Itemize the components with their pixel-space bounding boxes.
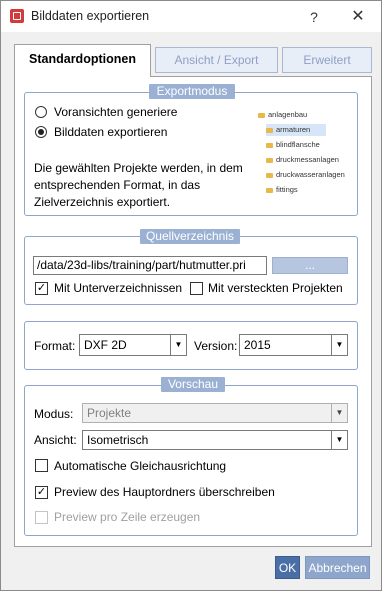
modus-select: Projekte ▼ (82, 403, 348, 423)
version-label: Version: (194, 339, 238, 353)
close-button[interactable]: ✕ (348, 7, 368, 27)
exportmodus-legend: Exportmodus (149, 84, 235, 99)
help-button[interactable]: ? (304, 7, 324, 27)
radio-voransichten-label[interactable]: Voransichten generiere (54, 105, 177, 119)
chevron-down-icon: ▼ (170, 335, 186, 355)
tree-item: fittings (266, 184, 298, 196)
ok-button[interactable]: OK (275, 556, 300, 579)
tree-item: armaturen (266, 124, 326, 136)
subdirs-checkbox[interactable]: ✓ (35, 282, 48, 295)
vorschau-legend: Vorschau (161, 377, 225, 392)
hidden-projects-checkbox[interactable] (190, 282, 203, 295)
tree-item: anlagenbau (258, 109, 307, 121)
window-title: Bilddaten exportieren (31, 9, 150, 23)
folder-icon (266, 142, 273, 148)
tab-standardoptionen[interactable]: Standardoptionen (14, 44, 151, 77)
version-select-value: 2015 (244, 338, 271, 352)
tree-item: druckmessanlagen (266, 154, 339, 166)
quellverzeichnis-legend: Quellverzeichnis (140, 229, 240, 244)
tree-item-label: armaturen (276, 125, 311, 134)
title-bar: Bilddaten exportieren ? ✕ (1, 1, 381, 32)
modus-label: Modus: (34, 407, 74, 421)
overwrite-preview-label[interactable]: Preview des Hauptordners überschreiben (54, 485, 275, 499)
overwrite-preview-checkbox[interactable]: ✓ (35, 486, 48, 499)
tab-erweitert[interactable]: Erweitert (282, 47, 372, 73)
format-select-value: DXF 2D (84, 338, 127, 352)
folder-icon (258, 112, 265, 118)
subdirs-label[interactable]: Mit Unterverzeichnissen (54, 281, 182, 295)
tree-item: blindflansche (266, 139, 320, 151)
radio-bilddaten[interactable] (35, 126, 47, 138)
ansicht-select-value: Isometrisch (87, 433, 149, 447)
chevron-down-icon: ▼ (331, 335, 347, 355)
tree-item-label: anlagenbau (268, 110, 308, 119)
format-select[interactable]: DXF 2D ▼ (79, 334, 187, 356)
dialog-window: Bilddaten exportieren ? ✕ Standardoption… (0, 0, 382, 591)
radio-bilddaten-label[interactable]: Bilddaten exportieren (54, 125, 167, 139)
folder-icon (266, 127, 273, 133)
auto-alignment-checkbox[interactable] (35, 459, 48, 472)
auto-alignment-label[interactable]: Automatische Gleichausrichtung (54, 459, 226, 473)
folder-icon (266, 172, 273, 178)
browse-button[interactable]: ... (272, 257, 348, 274)
cancel-button[interactable]: Abbrechen (305, 556, 370, 579)
tree-item-label: druckmessanlagen (276, 155, 339, 164)
hidden-projects-label[interactable]: Mit versteckten Projekten (208, 281, 343, 295)
per-line-preview-checkbox (35, 511, 48, 524)
exportmodus-description: Die gewählten Projekte werden, in dem en… (34, 161, 243, 209)
radio-voransichten[interactable] (35, 106, 47, 118)
folder-icon (266, 157, 273, 163)
ansicht-label: Ansicht: (34, 433, 77, 447)
app-icon (10, 9, 24, 23)
preview-tree-image: anlagenbau armaturen blindflansche druck… (258, 109, 368, 197)
tree-item-label: druckwasseranlagen (276, 170, 345, 179)
tree-item-label: fittings (276, 185, 298, 194)
tree-item-label: blindflansche (276, 140, 320, 149)
folder-icon (266, 187, 273, 193)
ansicht-select[interactable]: Isometrisch ▼ (82, 430, 348, 450)
chevron-down-icon: ▼ (331, 431, 347, 449)
format-label: Format: (34, 339, 76, 353)
chevron-down-icon: ▼ (331, 404, 347, 422)
source-path-input[interactable]: /data/23d-libs/training/part/hutmutter.p… (33, 256, 267, 275)
per-line-preview-label: Preview pro Zeile erzeugen (54, 510, 201, 524)
tree-item: druckwasseranlagen (266, 169, 345, 181)
tab-ansicht-export[interactable]: Ansicht / Export (155, 47, 278, 73)
version-select[interactable]: 2015 ▼ (239, 334, 348, 356)
modus-select-value: Projekte (87, 406, 132, 420)
